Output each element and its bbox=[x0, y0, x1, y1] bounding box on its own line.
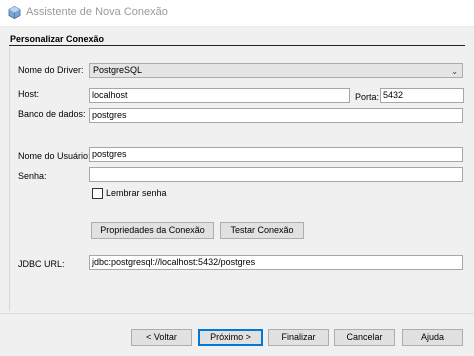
port-label: Porta: bbox=[355, 92, 380, 102]
chevron-down-icon[interactable]: ⌄ bbox=[451, 65, 458, 78]
driver-select-value: PostgreSQL bbox=[93, 65, 143, 75]
title-bar: Assistente de Nova Conexão bbox=[0, 0, 474, 26]
window-title: Assistente de Nova Conexão bbox=[26, 6, 168, 18]
host-label: Host: bbox=[18, 89, 40, 99]
username-field[interactable]: postgres bbox=[89, 147, 463, 162]
password-field[interactable] bbox=[89, 167, 463, 182]
connection-properties-button[interactable]: Propriedades da Conexão bbox=[91, 222, 214, 239]
remember-password-checkbox[interactable] bbox=[92, 188, 103, 199]
section-title: Personalizar Conexão bbox=[10, 34, 105, 44]
database-label: Banco de dados: bbox=[18, 109, 86, 119]
test-connection-button[interactable]: Testar Conexão bbox=[220, 222, 304, 239]
remember-password-label: Lembrar senha bbox=[106, 188, 167, 198]
driver-select[interactable]: PostgreSQL ⌄ bbox=[89, 63, 463, 78]
host-field[interactable]: localhost bbox=[89, 88, 350, 103]
finish-button[interactable]: Finalizar bbox=[268, 329, 329, 346]
section-divider bbox=[9, 45, 465, 46]
port-field[interactable]: 5432 bbox=[380, 88, 464, 103]
jdbc-url-label: JDBC URL: bbox=[18, 259, 65, 269]
back-button[interactable]: < Voltar bbox=[131, 329, 192, 346]
next-button[interactable]: Próximo > bbox=[198, 329, 263, 346]
password-label: Senha: bbox=[18, 171, 47, 181]
driver-label: Nome do Driver: bbox=[18, 65, 84, 75]
jdbc-url-field[interactable]: jdbc:postgresql://localhost:5432/postgre… bbox=[89, 255, 463, 270]
cancel-button[interactable]: Cancelar bbox=[334, 329, 395, 346]
database-field[interactable]: postgres bbox=[89, 108, 463, 123]
username-label: Nome do Usuário: bbox=[18, 151, 91, 161]
help-button[interactable]: Ajuda bbox=[402, 329, 463, 346]
netbeans-cube-icon bbox=[8, 6, 21, 19]
